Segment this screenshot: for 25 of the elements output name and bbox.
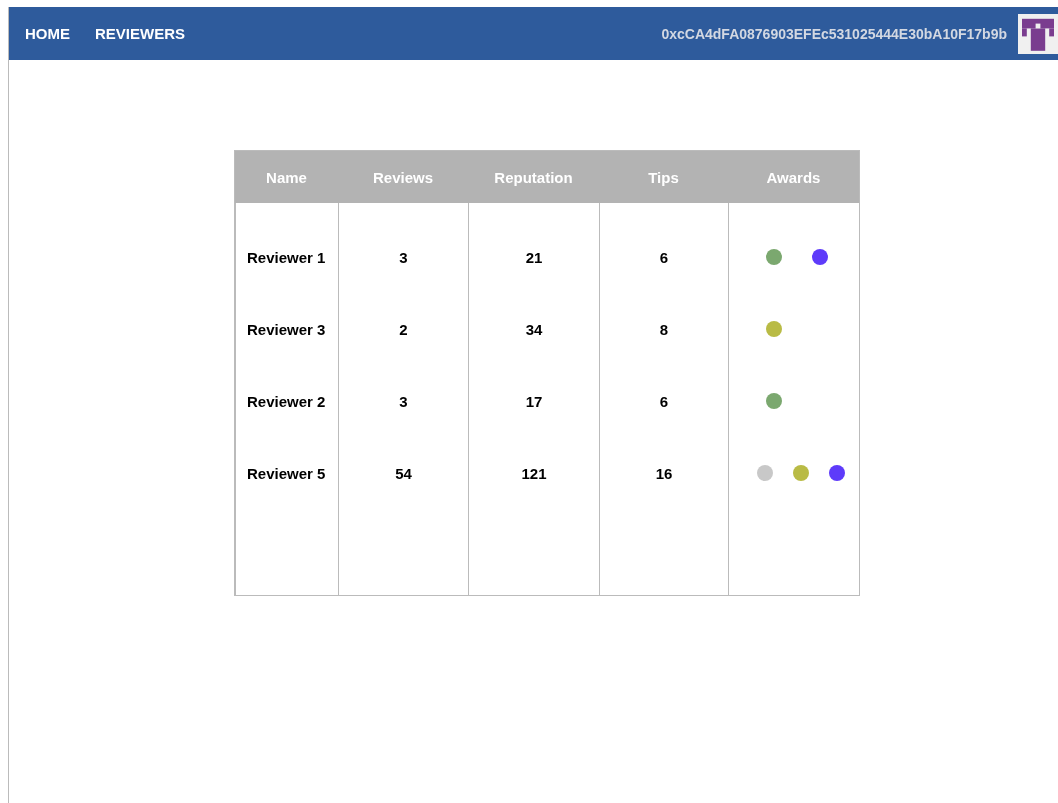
table-cell-text: 34: [524, 319, 544, 340]
column-header: Tips: [599, 151, 728, 203]
table-cell-text: 3: [398, 391, 409, 412]
table-cell-text: 2: [398, 319, 409, 340]
account-address: 0xcCA4dFA0876903EFEc531025444E30bA10F17b9b: [661, 25, 1007, 42]
nav-link[interactable]: HOME: [25, 25, 70, 42]
table-cell-text: 6: [658, 391, 670, 412]
reviewer-name: Reviewer 1: [246, 247, 327, 268]
avatar-icon: [1018, 13, 1058, 54]
table-cell-text: 8: [658, 319, 670, 340]
table-cell-text: 21: [524, 247, 544, 268]
table-cell-text: 16: [654, 463, 674, 484]
column-header: Reputation: [468, 151, 599, 203]
table-cell-text: 6: [658, 247, 670, 268]
reviewer-name: Reviewer 2: [246, 391, 327, 412]
table-cell-text: 17: [524, 391, 544, 412]
column-header: Reviews: [338, 151, 468, 203]
table-cell-text: 121: [520, 463, 548, 484]
column-header: Name: [235, 151, 338, 203]
reviewer-name: Reviewer 3: [246, 319, 327, 340]
table-cell-text: 3: [398, 247, 409, 268]
table-cell-text: 54: [394, 463, 413, 484]
column-header: Awards: [728, 151, 859, 203]
reviewer-name: Reviewer 5: [246, 463, 327, 484]
nav-link[interactable]: REVIEWERS: [95, 25, 185, 42]
